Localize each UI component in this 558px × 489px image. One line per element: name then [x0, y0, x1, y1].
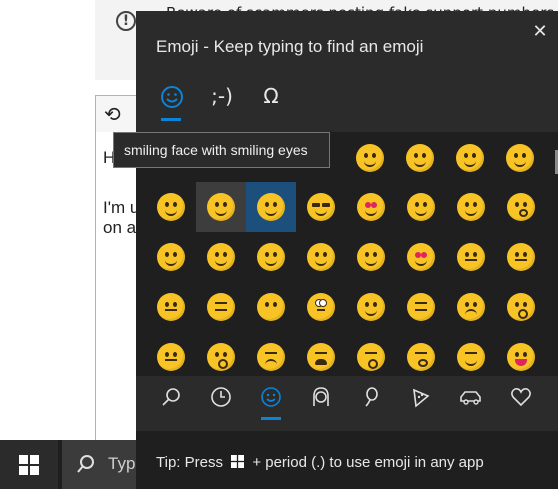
panel-title: Emoji - Keep typing to find an emoji — [156, 37, 424, 56]
emoji-cell[interactable] — [296, 282, 346, 332]
emoji-cell[interactable] — [346, 282, 396, 332]
emoji-cell[interactable] — [246, 282, 296, 332]
undo-icon[interactable]: ⟲ — [104, 104, 121, 124]
people-icon — [313, 387, 329, 406]
emoji-cell[interactable] — [346, 332, 396, 382]
search-icon — [77, 455, 94, 473]
emoji-tooltip: smiling face with smiling eyes — [113, 132, 330, 168]
emoji-cell[interactable] — [146, 182, 196, 232]
category-search[interactable] — [158, 384, 184, 410]
emoji-cell[interactable] — [446, 232, 496, 282]
emoji-cell[interactable] — [446, 182, 496, 232]
emoji-cell[interactable] — [446, 282, 496, 332]
emoji-cell[interactable] — [296, 332, 346, 382]
emoji-cell[interactable] — [496, 282, 546, 332]
editor-line-3: on a — [103, 218, 137, 237]
close-icon[interactable]: ✕ — [530, 22, 550, 42]
windows-key-icon — [231, 455, 245, 468]
emoji-cell[interactable] — [496, 182, 546, 232]
food-icon — [413, 388, 430, 408]
emoji-cell[interactable] — [146, 232, 196, 282]
emoji-cell[interactable] — [146, 332, 196, 382]
recent-icon — [211, 387, 231, 407]
emoji-cell[interactable] — [296, 232, 346, 282]
emoji-cell[interactable] — [296, 182, 346, 232]
emoji-cell[interactable] — [445, 133, 495, 183]
active-tab-indicator — [161, 118, 181, 121]
tab-symbols[interactable]: Ω — [256, 80, 286, 114]
category-recent[interactable] — [208, 384, 234, 410]
category-food[interactable] — [408, 384, 434, 410]
tip-suffix: + period (.) to use emoji in any app — [252, 454, 484, 471]
tip-text: Tip: Press + period (.) to use emoji in … — [156, 454, 484, 471]
start-button[interactable] — [0, 440, 58, 489]
emoji-cell[interactable] — [146, 282, 196, 332]
emoji-cell[interactable] — [396, 232, 446, 282]
active-category-indicator — [261, 417, 281, 420]
tip-prefix: Tip: Press — [156, 454, 223, 471]
emoji-cell[interactable] — [196, 282, 246, 332]
emoji-cell[interactable] — [346, 182, 396, 232]
emoji-cell-selected[interactable] — [246, 182, 296, 232]
emoji-cell[interactable] — [396, 182, 446, 232]
category-celebration[interactable] — [358, 384, 384, 410]
emoji-cell[interactable] — [246, 332, 296, 382]
tab-emoji[interactable] — [156, 80, 188, 114]
category-symbols[interactable] — [508, 384, 534, 410]
emoji-cell[interactable] — [396, 332, 446, 382]
emoji-cell[interactable] — [346, 232, 396, 282]
emoji-cell[interactable] — [246, 232, 296, 282]
emoji-cell[interactable] — [496, 332, 546, 382]
editor-line-2: I'm u — [103, 198, 140, 217]
windows-logo-icon — [19, 454, 39, 475]
warning-icon: ! — [116, 11, 136, 31]
emoji-cell[interactable] — [395, 133, 445, 183]
emoji-cell[interactable] — [495, 133, 545, 183]
emoji-cell[interactable] — [446, 332, 496, 382]
tab-kaomoji[interactable]: ;-) — [205, 80, 239, 114]
emoji-cell[interactable] — [496, 232, 546, 282]
celebration-icon — [365, 387, 378, 407]
travel-icon — [460, 391, 481, 405]
emoji-cell[interactable] — [196, 232, 246, 282]
emoji-cell[interactable] — [396, 282, 446, 332]
search-icon — [162, 388, 180, 406]
category-travel[interactable] — [458, 384, 484, 410]
smiley-icon — [161, 86, 183, 108]
emoji-cell-hovered[interactable] — [196, 182, 246, 232]
heart-icon — [511, 388, 531, 407]
smiley-icon — [261, 387, 281, 407]
emoji-cell[interactable] — [345, 133, 395, 183]
emoji-cell[interactable] — [196, 332, 246, 382]
category-smileys[interactable] — [258, 384, 284, 410]
category-people[interactable] — [308, 384, 334, 410]
